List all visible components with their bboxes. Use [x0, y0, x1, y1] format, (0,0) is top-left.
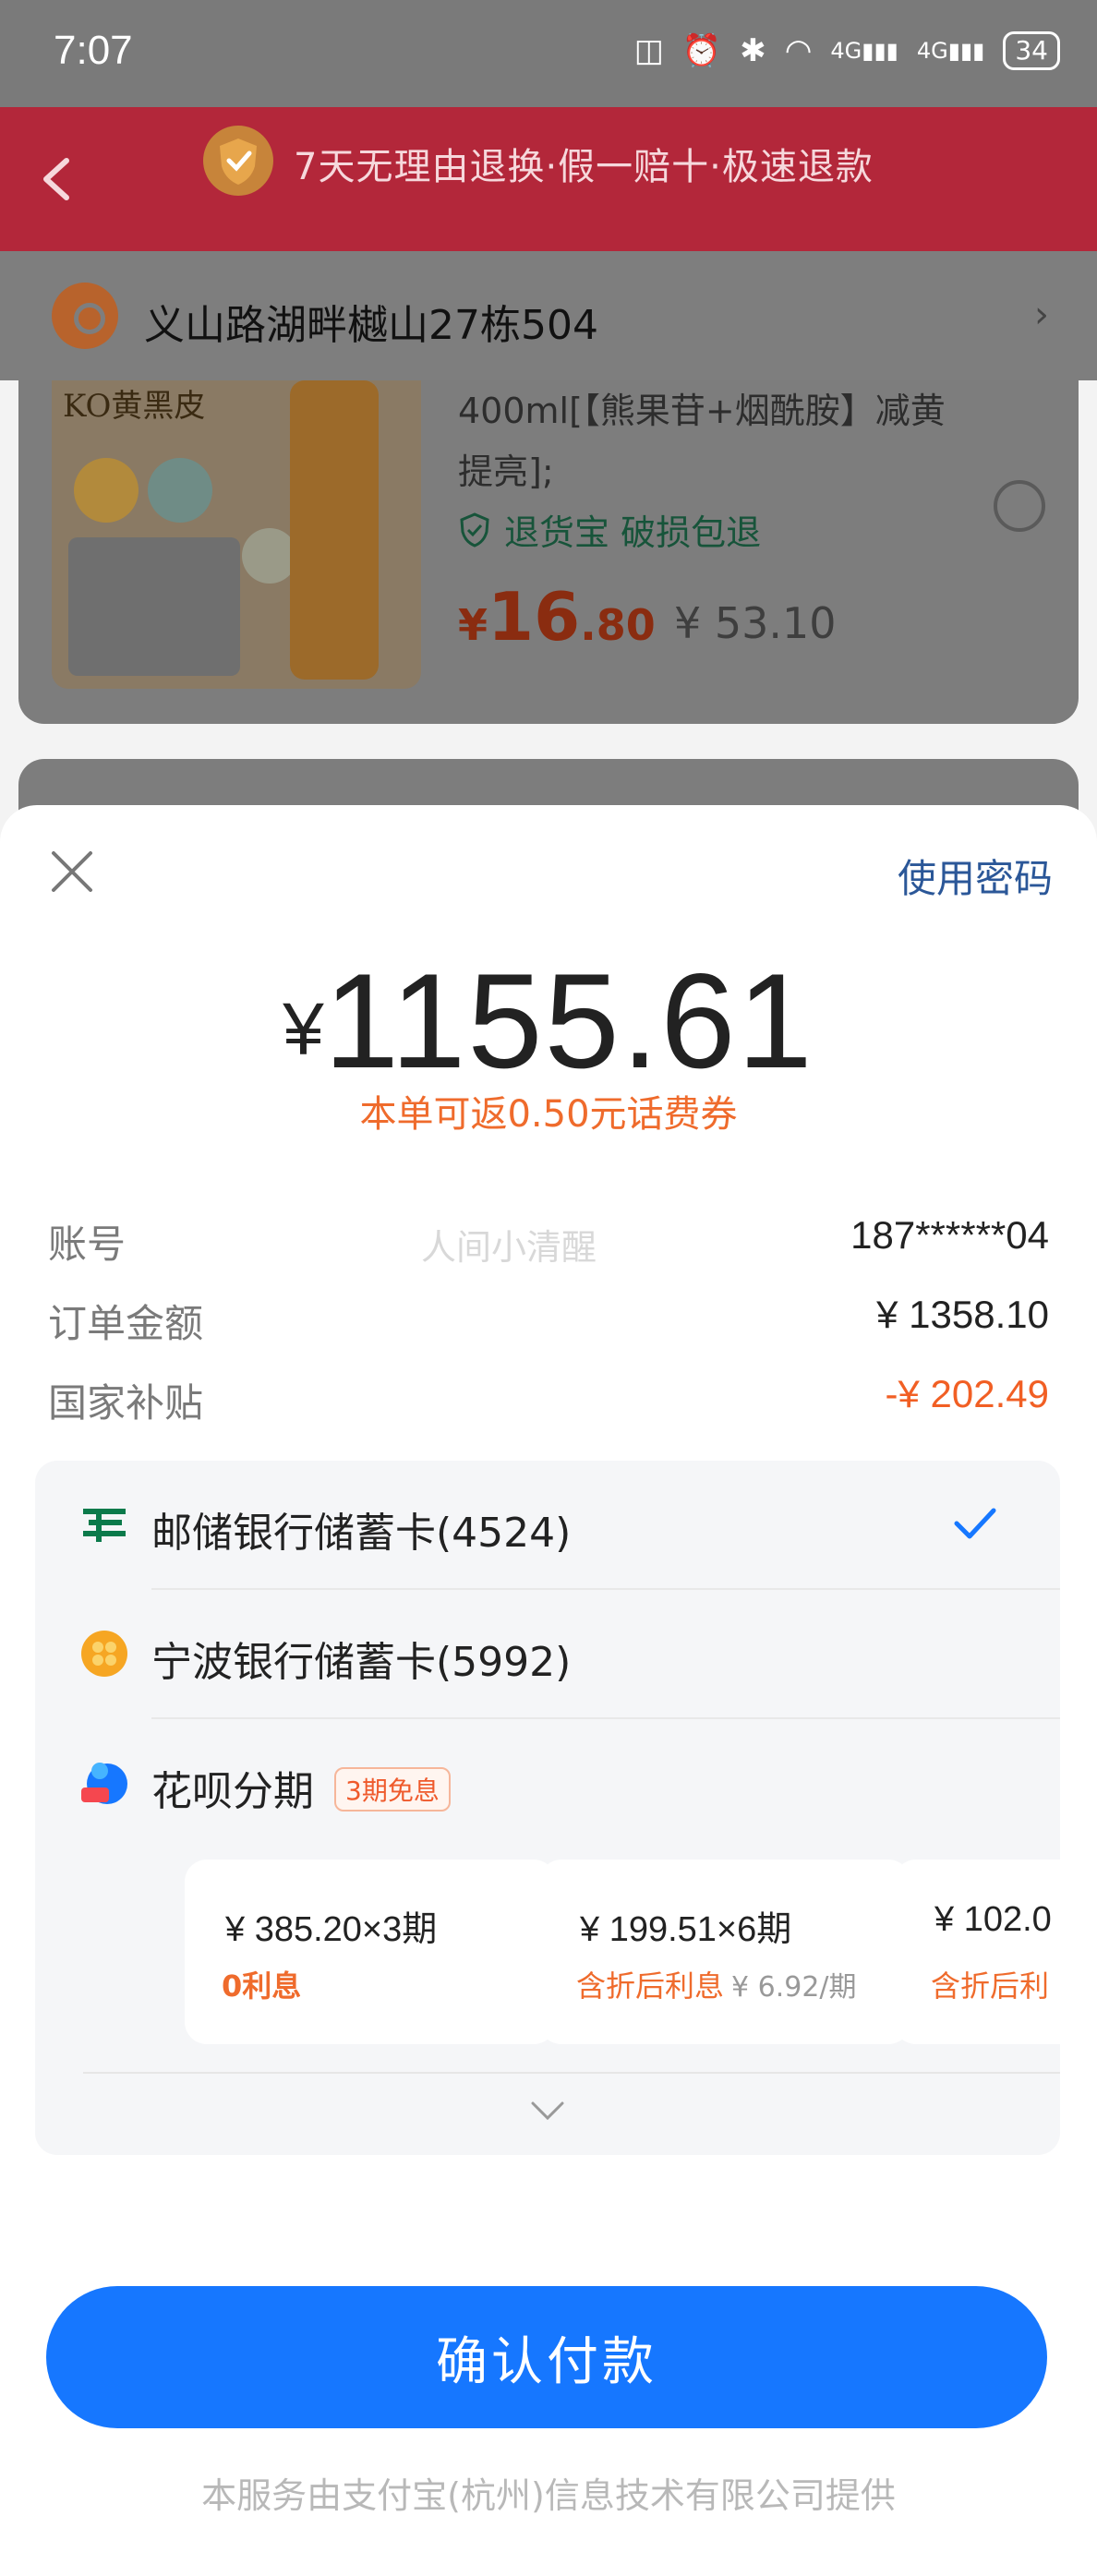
- installment-plans: ¥ 385.20×3期 0利息 ¥ 199.51×6期 含折后利息 ¥ 6.92/…: [151, 1860, 1060, 2044]
- original-price: ¥ 53.10: [674, 598, 837, 648]
- payment-method-ningbo[interactable]: 宁波银行储蓄卡(5992): [35, 1590, 1060, 1719]
- product-card: KO黄黑皮 400ml[【熊果苷+烟酰胺】减黄提亮]; 退货宝 破损包退 ¥16…: [18, 380, 1079, 724]
- checkmark-icon: [954, 1508, 996, 1539]
- product-description: 400ml[【熊果苷+烟酰胺】减黄提亮];: [458, 391, 946, 492]
- psbc-bank-icon: [83, 1509, 126, 1542]
- bottle-image: [290, 380, 379, 680]
- signal-icon: 4G▮▮▮: [830, 38, 898, 64]
- product-select-radio[interactable]: [994, 480, 1045, 532]
- back-icon[interactable]: [35, 153, 81, 205]
- ningbo-bank-icon: [81, 1631, 127, 1677]
- plan-interest: 含折后利: [931, 1968, 1050, 2004]
- chevron-down-icon[interactable]: [529, 2100, 566, 2122]
- plan-amount: ¥ 385.20×3期: [225, 1910, 438, 1949]
- payment-method-list: 邮储银行储蓄卡(4524) 宁波银行储蓄卡(5992) 花呗分期 3期免息 ¥ …: [35, 1461, 1060, 2155]
- clock: 7:07: [54, 28, 133, 73]
- divider: [83, 2072, 1060, 2074]
- payment-method-label: 邮储银行储蓄卡(4524): [151, 1510, 572, 1557]
- payment-method-huabei[interactable]: 花呗分期 3期免息: [35, 1719, 1060, 1858]
- address-bar[interactable]: 义山路湖畔樾山27栋504 ›: [0, 251, 1097, 380]
- watermark: 人间小清醒: [421, 1227, 597, 1268]
- status-icons: ◫ ⏰ ✱ ◠ 4G▮▮▮ 4G▮▮▮ 34: [634, 31, 1060, 70]
- chevron-right-icon: ›: [1034, 294, 1049, 336]
- subsidy-row: 国家补贴 -¥ 202.49: [48, 1372, 1049, 1426]
- payment-sheet: 使用密码 ¥1155.61 本单可返0.50元话费券 账号 187******0…: [0, 805, 1097, 2576]
- huabei-icon: [81, 1763, 127, 1804]
- ingredient-badge-icon: [74, 458, 139, 523]
- plan-amount: ¥ 102.0: [934, 1900, 1052, 1939]
- payment-method-label: 花呗分期 3期免息: [151, 1758, 451, 1817]
- gift-box-image: [68, 537, 240, 676]
- payment-method-psbc[interactable]: 邮储银行储蓄卡(4524): [35, 1461, 1060, 1590]
- plan-interest: 含折后利息 ¥ 6.92/期: [576, 1968, 857, 2004]
- service-provider-note: 本服务由支付宝(杭州)信息技术有限公司提供: [201, 2475, 896, 2516]
- confirm-payment-button[interactable]: 确认付款: [46, 2286, 1047, 2428]
- plan-interest: 0利息: [222, 1968, 302, 2004]
- shield-check-icon: [460, 512, 489, 548]
- close-icon[interactable]: [48, 848, 96, 896]
- promo-text: 7天无理由退换·假一赔十·极速退款: [294, 146, 874, 188]
- guarantee-row: 退货宝 破损包退: [458, 504, 761, 555]
- product-image-label: KO黄黑皮: [63, 388, 206, 425]
- flower-image: [242, 528, 297, 584]
- battery-icon: 34: [1003, 31, 1060, 70]
- address-text: 义山路湖畔樾山27栋504: [144, 302, 598, 349]
- product-price: ¥16.80: [458, 578, 656, 656]
- interest-free-badge: 3期免息: [334, 1767, 451, 1812]
- bluetooth-icon: ✱: [740, 32, 766, 69]
- installment-plan-12[interactable]: ¥ 102.0 含折后利: [894, 1860, 1060, 2044]
- installment-plan-6[interactable]: ¥ 199.51×6期 含折后利息 ¥ 6.92/期: [539, 1860, 910, 2044]
- status-bar: 7:07 ◫ ⏰ ✱ ◠ 4G▮▮▮ 4G▮▮▮ 34: [0, 0, 1097, 107]
- order-amount-row: 订单金额 ¥ 1358.10: [48, 1293, 1049, 1346]
- installment-plan-3[interactable]: ¥ 385.20×3期 0利息: [185, 1860, 556, 2044]
- use-password-link[interactable]: 使用密码: [898, 848, 1053, 904]
- promo-banner: 7天无理由退换·假一赔十·极速退款: [0, 107, 1097, 251]
- location-pin-icon: [52, 283, 118, 349]
- certification-badge-icon: [148, 458, 212, 523]
- guarantee-text: 退货宝 破损包退: [504, 512, 762, 553]
- shield-icon: [203, 126, 273, 196]
- payment-amount: ¥1155.61: [283, 945, 814, 1096]
- rebate-text: 本单可返0.50元话费券: [359, 1093, 738, 1136]
- alarm-icon: ⏰: [681, 32, 722, 69]
- payment-method-label: 宁波银行储蓄卡(5992): [151, 1639, 572, 1686]
- signal-icon-2: 4G▮▮▮: [916, 38, 985, 64]
- plan-amount: ¥ 199.51×6期: [580, 1910, 792, 1949]
- wifi-icon: ◠: [784, 32, 813, 69]
- product-image: KO黄黑皮: [52, 380, 421, 689]
- nfc-icon: ◫: [633, 32, 664, 69]
